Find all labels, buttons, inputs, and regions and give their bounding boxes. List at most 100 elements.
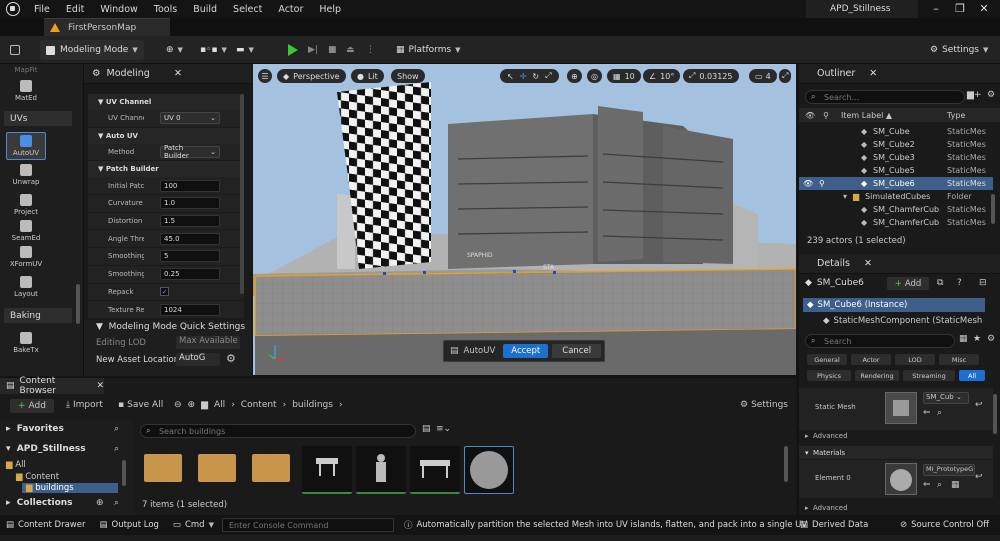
section-uv-channel[interactable]: ▼ UV Channel: [88, 94, 244, 110]
repack-checkbox[interactable]: ✓: [160, 287, 169, 297]
menu-tools[interactable]: Tools: [154, 4, 177, 15]
add-button[interactable]: + Add: [10, 399, 54, 413]
search-icon[interactable]: ⌕: [114, 498, 119, 508]
cancel-button[interactable]: Cancel: [552, 344, 602, 358]
favorite-star-icon[interactable]: ★: [973, 334, 981, 344]
settings-icon[interactable]: ⚙: [987, 90, 995, 100]
add-component-button[interactable]: + Add: [887, 277, 929, 290]
filter-streaming[interactable]: Streaming: [903, 370, 955, 381]
breadcrumb-content[interactable]: Content: [241, 400, 277, 410]
visibility-icon[interactable]: 👁: [805, 111, 815, 120]
add-folder-icon[interactable]: ▆+: [967, 90, 981, 100]
smoothing-alpha-input[interactable]: 0.25: [160, 268, 220, 281]
outliner-search-input[interactable]: Search... ⌕: [805, 90, 965, 104]
tree-item-all[interactable]: ▆ All: [6, 460, 26, 470]
filter-physics[interactable]: Physics: [807, 370, 851, 381]
move-icon[interactable]: ✛: [520, 72, 527, 81]
project-header[interactable]: ▾ APD_Stillness: [6, 444, 86, 454]
rotate-icon[interactable]: ↻: [532, 72, 539, 81]
eject-icon[interactable]: ⏏: [346, 40, 355, 60]
list-item[interactable]: ◆ SM_ChamferCub StaticMes: [799, 216, 993, 229]
save-all-button[interactable]: ▪ Save All: [118, 400, 163, 410]
tool-baketx[interactable]: BakeTx: [6, 332, 46, 354]
content-browser-tab[interactable]: ▤ Content Browser ✕: [0, 376, 104, 396]
material-thumbnail[interactable]: [885, 463, 917, 495]
item-label-column[interactable]: Item Label ▲: [841, 111, 892, 120]
help-icon[interactable]: ?: [957, 278, 962, 288]
close-tab-icon[interactable]: ✕: [96, 381, 104, 391]
filter-actor[interactable]: Actor: [851, 354, 891, 365]
perspective-dropdown[interactable]: ◆ Perspective: [277, 69, 346, 83]
palette-scrollbar[interactable]: [76, 284, 80, 324]
instance-row[interactable]: ◆ SM_Cube6 (Instance): [803, 298, 985, 312]
menu-edit[interactable]: Edit: [66, 4, 84, 15]
content-drawer-button[interactable]: ▤ Content Drawer: [6, 520, 85, 530]
derived-data-button[interactable]: ▤ Derived Data: [800, 520, 868, 530]
tool-project[interactable]: Project: [6, 194, 46, 216]
camera-speed[interactable]: ▭ 4: [749, 69, 777, 83]
uv-channel-dropdown[interactable]: UV 0 ⌄: [160, 112, 220, 125]
outliner-scrollbar[interactable]: [991, 194, 995, 224]
angle-snap-toggle[interactable]: ∠ 10°: [643, 69, 681, 83]
maximize-viewport-icon[interactable]: ⤢: [779, 69, 792, 83]
asset-search-input[interactable]: Search buildings ⌕: [140, 424, 416, 438]
tree-scrollbar[interactable]: [122, 460, 126, 486]
curvature-input[interactable]: 1.0: [160, 197, 220, 210]
list-item-selected[interactable]: 👁 ⚲ ◆ SM_Cube6 StaticMes: [799, 177, 993, 190]
cmd-dropdown[interactable]: ▭ Cmd ▼: [173, 520, 214, 530]
surface-snap-icon[interactable]: ◎: [587, 69, 602, 83]
smoothing-steps-input[interactable]: 5: [160, 250, 220, 263]
viewport-menu-icon[interactable]: ☰: [258, 69, 272, 83]
stop-icon[interactable]: ■: [328, 40, 337, 60]
category-uvs[interactable]: UVs: [4, 111, 72, 126]
section-patch-builder[interactable]: ▼ Patch Builder: [88, 161, 244, 178]
pin-icon[interactable]: ⚲: [819, 179, 825, 188]
tab-first-person-map[interactable]: FirstPersonMap: [44, 18, 170, 36]
list-item[interactable]: ◆ SM_Cube5 StaticMes: [799, 164, 993, 177]
asset-thumbnail-stool[interactable]: [302, 446, 352, 494]
filter-icon[interactable]: ≡⌄: [436, 424, 451, 434]
editing-lod-dropdown[interactable]: Max Available: [176, 336, 240, 349]
reset-icon[interactable]: ↩: [975, 472, 983, 482]
pin-icon[interactable]: ⚲: [823, 111, 829, 120]
maximize-icon[interactable]: ❐: [948, 2, 972, 15]
mesh-dropdown[interactable]: SM_Cub ⌄: [923, 392, 969, 404]
breadcrumb-all[interactable]: All: [214, 400, 225, 410]
close-window-icon[interactable]: ✕: [972, 2, 996, 15]
visibility-icon[interactable]: 👁: [803, 179, 813, 188]
cinematics-icon[interactable]: ▬ ▼: [236, 40, 254, 60]
mode-dropdown[interactable]: Modeling Mode ▼: [40, 40, 144, 60]
browse-icon[interactable]: ⌕: [937, 480, 942, 490]
favorites-header[interactable]: ▸ Favorites: [6, 424, 64, 434]
add-collection-icon[interactable]: ⊕: [96, 498, 104, 508]
blueprint-icon[interactable]: ⧉: [937, 278, 943, 288]
import-button[interactable]: ⤓ Import: [66, 400, 103, 410]
tool-autouv[interactable]: AutoUV: [6, 132, 46, 160]
table-view-icon[interactable]: ▦: [959, 334, 968, 344]
close-tab-icon[interactable]: ✕: [869, 68, 877, 79]
list-item[interactable]: ◆ SM_Cube StaticMes: [799, 125, 993, 138]
material-dropdown[interactable]: MI_PrototypeG: [923, 464, 975, 476]
menu-help[interactable]: Help: [319, 4, 341, 15]
properties-scrollbar[interactable]: [240, 94, 244, 294]
advanced-expander[interactable]: ▸ Advanced: [805, 432, 848, 440]
details-scrollbar[interactable]: [993, 394, 997, 434]
quick-settings-header[interactable]: ▼ Modeling Mode Quick Settings: [96, 322, 245, 332]
platforms-dropdown[interactable]: ▦ Platforms ▼: [396, 40, 461, 60]
materials-section[interactable]: ▾ Materials: [799, 446, 993, 459]
mesh-thumbnail[interactable]: [885, 392, 917, 424]
settings-dropdown[interactable]: ⚙ Settings ▼: [930, 40, 988, 60]
play-button[interactable]: [288, 40, 298, 60]
tool-seamed[interactable]: SeamEd: [6, 220, 46, 242]
type-column[interactable]: Type: [947, 111, 965, 120]
filter-misc[interactable]: Misc: [939, 354, 979, 365]
asset-thumbnail-table[interactable]: [410, 446, 460, 494]
tool-unwrap[interactable]: Unwrap: [6, 164, 46, 186]
back-icon[interactable]: ⊖: [174, 400, 182, 410]
add-content-icon[interactable]: ⊕ ▼: [166, 40, 183, 60]
save-icon[interactable]: [10, 40, 25, 60]
asset-thumbnail-figure[interactable]: [356, 446, 406, 494]
grid-snap-toggle[interactable]: ▦ 10: [607, 69, 641, 83]
breadcrumb-buildings[interactable]: buildings: [292, 400, 333, 410]
source-control-button[interactable]: ⊘ Source Control Off: [900, 520, 989, 530]
